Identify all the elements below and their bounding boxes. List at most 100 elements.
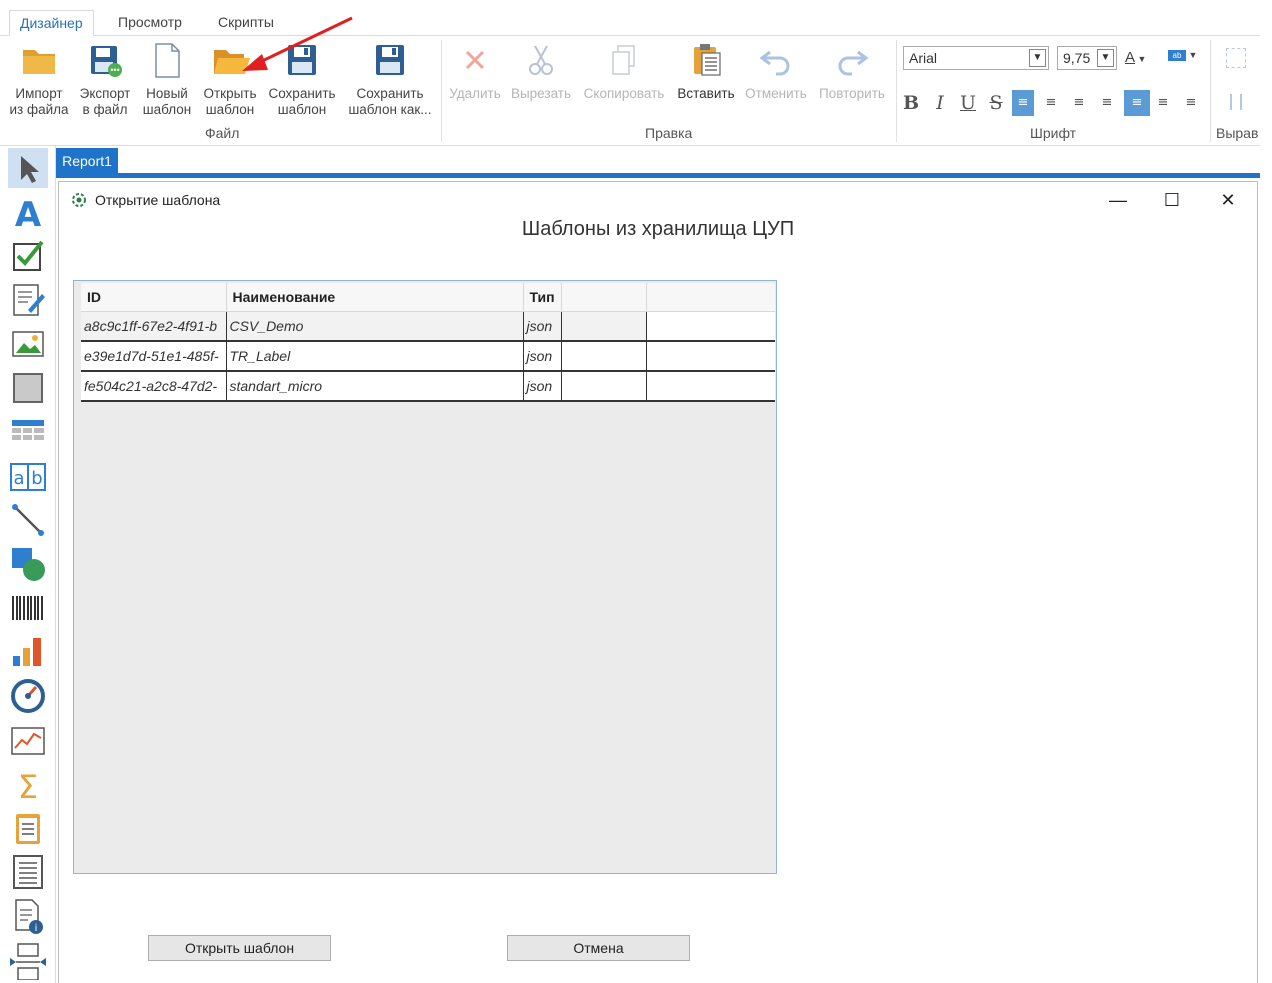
valign-bottom-icon[interactable]: ≡ [1180,90,1202,116]
ribbon: Импорт из файла ••• Экспорт в файл Новый… [0,36,1260,146]
delete-icon [465,50,485,70]
valign-middle-icon[interactable]: ≡ [1152,90,1174,116]
cell-filler [646,371,775,402]
font-size-select[interactable]: 9,75 ▼ [1057,46,1117,70]
strikethrough-button[interactable]: S [985,90,1007,116]
paste-button[interactable]: Вставить [674,40,738,102]
delete-button[interactable]: Удалить [446,40,504,102]
align-grid-icon[interactable] [1226,48,1246,68]
sum-icon[interactable]: Σ [8,764,48,804]
cut-icon [529,45,553,75]
cell-type[interactable]: json [523,341,562,372]
cancel-button[interactable]: Отмена [507,935,690,961]
save-as-icon [376,45,404,75]
redo-icon [838,50,869,76]
column-header-id[interactable]: ID [81,283,227,312]
bold-button[interactable]: B [900,90,922,116]
cell-name[interactable]: TR_Label [226,341,524,372]
undo-icon [759,50,790,76]
tab-preview[interactable]: Просмотр [108,10,192,36]
chart-icon[interactable] [8,632,48,672]
open-folder-icon [214,50,250,74]
align-center-icon[interactable]: ≡ [1040,90,1062,116]
column-header-filler [646,283,775,312]
minimize-button[interactable]: — [1103,188,1133,212]
open-template-button[interactable]: Открыть шаблон [200,40,260,118]
tab-scripts[interactable]: Скрипты [208,10,284,36]
open-template-confirm-button[interactable]: Открыть шаблон [148,935,331,961]
save-template-as-button[interactable]: Сохранить шаблон как... [344,40,436,118]
redo-button[interactable]: Повторить [814,40,890,102]
text-icon[interactable]: A [8,192,48,232]
import-from-file-button[interactable]: Импорт из файла [6,40,72,118]
cell-type[interactable]: json [523,371,562,402]
italic-button[interactable]: I [929,90,951,116]
open-template-dialog: Открытие шаблона — ☐ ✕ Шаблоны из хранил… [58,181,1258,983]
tab-designer[interactable]: Дизайнер [9,10,94,36]
svg-text:a: a [13,468,24,489]
cell-id[interactable]: a8c9c1ff-67e2-4f91-b [81,311,227,342]
picture-icon[interactable] [8,324,48,364]
checkbox-icon[interactable] [8,236,48,276]
cut-button[interactable]: Вырезать [508,40,574,102]
table-row[interactable]: e39e1d7d-51e1-485f- TR_Label json [81,341,775,372]
undo-button[interactable]: Отменить [742,40,810,102]
font-color-button[interactable]: A ▼ [1125,46,1165,70]
close-button[interactable]: ✕ [1213,188,1243,212]
table-row[interactable]: a8c9c1ff-67e2-4f91-b CSV_Demo json [81,311,775,342]
cell-empty[interactable] [561,341,647,372]
gauge-icon[interactable] [8,676,48,716]
table-header-row: ID Наименование Тип [81,283,775,312]
sparkline-icon[interactable] [8,720,48,760]
label-ab-icon[interactable]: ab [8,456,48,496]
cell-filler [646,341,775,372]
toolbox: A ab Σ i [0,146,56,983]
panel-icon[interactable] [8,368,48,408]
cell-name[interactable]: CSV_Demo [226,311,524,342]
font-group-label: Шрифт [1030,125,1077,141]
svg-text:•••: ••• [110,65,119,75]
line-icon[interactable] [8,500,48,540]
table-row[interactable]: fe504c21-a2c8-47d2- standart_micro json [81,371,775,402]
align-group-label: Вырав [1216,125,1259,141]
save-template-button[interactable]: Сохранить шаблон [264,40,340,118]
svg-text:Σ: Σ [18,768,38,804]
svg-text:i: i [35,923,38,934]
templates-table: ID Наименование Тип a8c9c1ff-67e2-4f91-b… [81,283,775,402]
rich-text-icon[interactable] [8,280,48,320]
column-header-empty [561,283,647,312]
cell-id[interactable]: e39e1d7d-51e1-485f- [81,341,227,372]
svg-text:A: A [15,195,42,232]
cell-id[interactable]: fe504c21-a2c8-47d2- [81,371,227,402]
dialog-title: Открытие шаблона [95,192,221,208]
cell-name[interactable]: standart_micro [226,371,524,402]
new-template-button[interactable]: Новый шаблон [138,40,196,118]
export-to-file-button[interactable]: ••• Экспорт в файл [76,40,134,118]
column-header-name[interactable]: Наименование [226,283,524,312]
barcode-icon[interactable] [8,588,48,628]
cell-type[interactable]: json [523,311,562,342]
document-tab-report1[interactable]: Report1 [56,148,118,174]
maximize-button[interactable]: ☐ [1157,188,1187,212]
align-left-icon[interactable]: ≡ [1012,90,1034,116]
highlight-color-button[interactable]: ab ▼ [1168,50,1208,68]
font-name-select[interactable]: Arial ▼ [903,46,1049,70]
valign-top-icon[interactable]: ≡ [1124,90,1150,116]
pointer-icon[interactable] [8,148,48,188]
column-header-type[interactable]: Тип [523,283,562,312]
underline-button[interactable]: U [957,90,979,116]
clipboard-icon[interactable] [8,808,48,848]
page-break-icon[interactable] [8,940,48,980]
list-icon[interactable] [8,852,48,892]
copy-button[interactable]: Скопировать [578,40,670,102]
align-right-icon[interactable]: ≡ [1068,90,1090,116]
table-icon[interactable] [8,412,48,452]
shape-icon[interactable] [8,544,48,584]
cell-empty[interactable] [561,371,647,402]
info-document-icon[interactable]: i [8,896,48,936]
cell-empty[interactable] [561,311,647,342]
highlight-icon: ab [1168,50,1186,61]
align-justify-icon[interactable]: ≡ [1096,90,1118,116]
svg-text:b: b [31,468,42,489]
align-objects-icon[interactable] [1230,94,1242,110]
